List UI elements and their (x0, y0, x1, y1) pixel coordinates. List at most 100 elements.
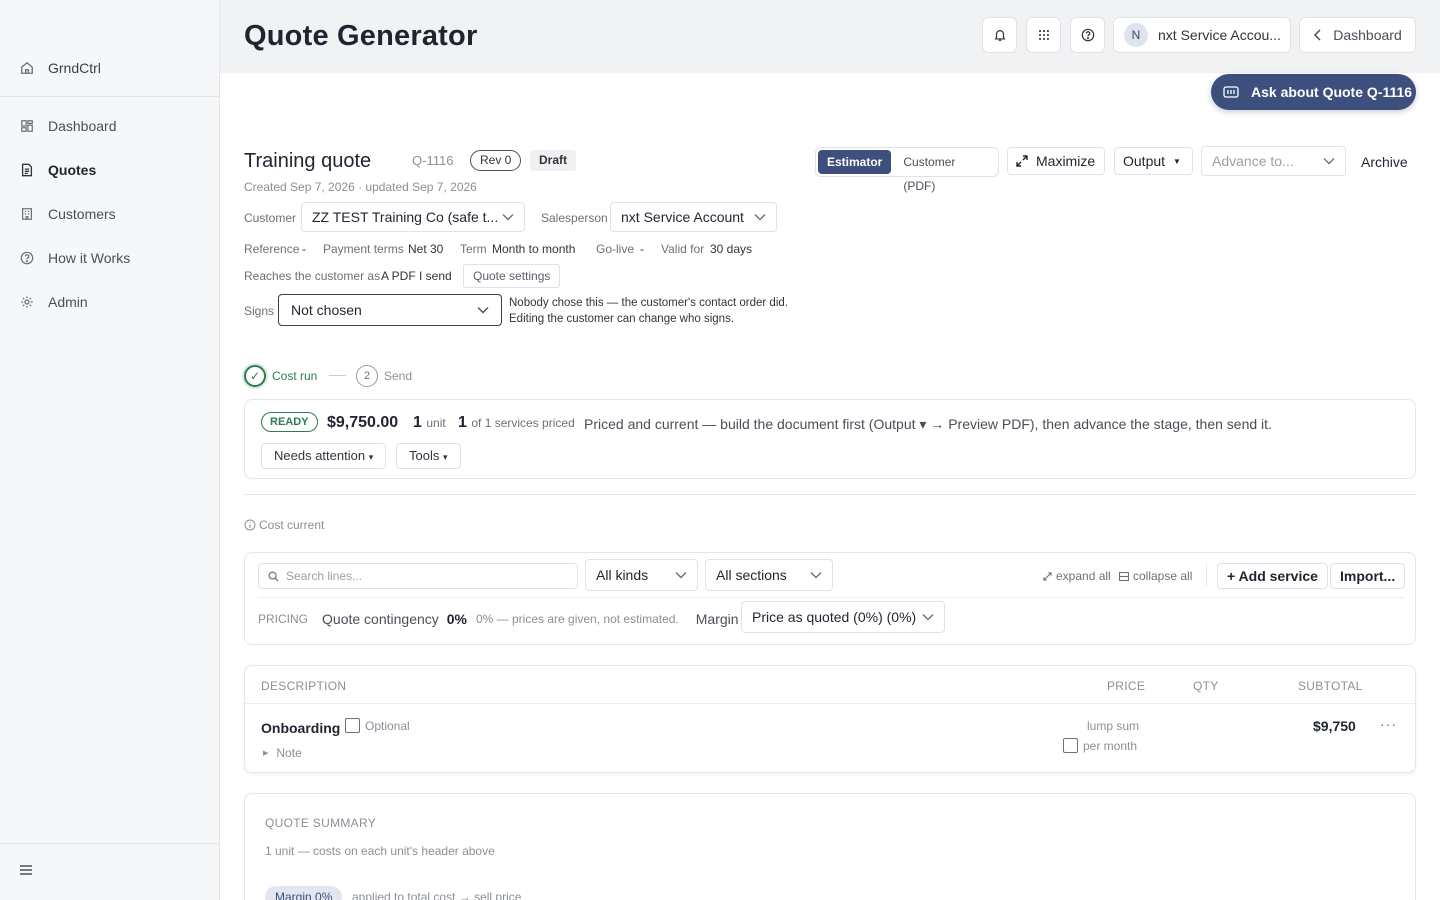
sidebar-item-how-it-works[interactable]: How it Works (0, 236, 219, 280)
lines-toolbar: Search lines... All kinds All sections e… (244, 552, 1416, 645)
expand-all-button[interactable]: expand all (1043, 569, 1111, 583)
menu-toggle-button[interactable] (18, 862, 34, 878)
optional-toggle[interactable]: Optional (345, 718, 410, 733)
apps-button[interactable] (1026, 17, 1061, 53)
price-type: lump sum (1087, 719, 1140, 733)
signs-select[interactable]: Not chosen (278, 294, 502, 326)
toolbar-divider (258, 597, 1404, 598)
quote-summary: QUOTE SUMMARY 1 unit — costs on each uni… (244, 793, 1416, 900)
grid-icon (21, 120, 33, 132)
reaches-label: Reaches the customer as (244, 269, 381, 283)
valid-for-value[interactable]: 30 days (710, 242, 752, 256)
section-divider (244, 494, 1416, 495)
contingency-note: 0% — prices are given, not estimated. (476, 612, 679, 626)
expand-icon (1016, 155, 1028, 167)
sidebar-item-label: Quotes (48, 162, 97, 178)
notifications-button[interactable] (982, 17, 1017, 53)
sections-value: All sections (716, 567, 787, 583)
search-input[interactable]: Search lines... (258, 563, 578, 589)
margin-value: Price as quoted (0%) (0%) (752, 609, 917, 625)
more-options-icon[interactable]: ··· (1380, 716, 1397, 732)
optional-checkbox[interactable] (345, 718, 360, 733)
chevron-down-icon (810, 572, 822, 579)
term-label: Term (460, 242, 487, 256)
column-header-qty: QTY (1193, 679, 1219, 693)
collapse-all-label: collapse all (1133, 569, 1193, 583)
info-icon (244, 519, 256, 531)
dashboard-button[interactable]: Dashboard (1299, 17, 1416, 53)
tools-button[interactable]: Tools ▾ (396, 443, 461, 469)
ask-about-quote-button[interactable]: Ask about Quote Q-1116 (1211, 74, 1416, 110)
step-send-number[interactable]: 2 (356, 365, 378, 387)
caret-down-icon: ▾ (368, 452, 374, 462)
signs-value: Not chosen (291, 302, 362, 318)
chevron-down-icon (754, 214, 766, 221)
archive-button[interactable]: Archive (1361, 154, 1408, 170)
header: Quote Generator N nxt Service Accou... D… (220, 0, 1440, 73)
customer-value: ZZ TEST Training Co (safe t... (312, 209, 499, 225)
summary-units-note: 1 unit — costs on each unit's header abo… (265, 844, 495, 858)
kinds-filter-select[interactable]: All kinds (585, 559, 698, 591)
margin-chip[interactable]: Margin 0% (265, 886, 343, 900)
revision-badge[interactable]: Rev 0 (470, 150, 522, 171)
advance-stage-select[interactable]: Advance to... (1201, 146, 1346, 176)
quote-settings-button[interactable]: Quote settings (463, 264, 561, 288)
reference-value[interactable]: - (302, 242, 306, 256)
sidebar-item-label: Dashboard (48, 118, 117, 134)
tab-customer-pdf[interactable]: Customer (PDF) (891, 150, 996, 193)
brand-link[interactable]: GrndCtrl (20, 58, 101, 78)
cost-current-label: Cost current (259, 518, 325, 532)
sections-filter-select[interactable]: All sections (705, 559, 833, 591)
reference-label: Reference (244, 242, 300, 256)
line-name[interactable]: Onboarding (261, 720, 340, 736)
per-month-toggle[interactable]: per month (1063, 738, 1137, 753)
contingency-value[interactable]: 0% (447, 611, 467, 627)
per-month-checkbox[interactable] (1063, 738, 1078, 753)
summary-title: QUOTE SUMMARY (265, 816, 377, 830)
payment-terms-value[interactable]: Net 30 (408, 242, 443, 256)
step-send-label[interactable]: Send (384, 369, 412, 383)
column-header-price: PRICE (1107, 679, 1146, 693)
margin-select[interactable]: Price as quoted (0%) (0%) (741, 601, 945, 633)
gear-icon (21, 296, 33, 308)
quote-total: $9,750.00 (327, 414, 399, 431)
signs-label: Signs (244, 304, 275, 318)
header-divider (245, 703, 1415, 704)
term-value[interactable]: Month to month (492, 242, 575, 256)
help-button[interactable] (1070, 17, 1105, 53)
maximize-button[interactable]: Maximize (1007, 147, 1105, 175)
pricing-row: PRICING Quote contingency 0% 0% — prices… (258, 611, 747, 627)
document-icon (21, 163, 33, 177)
customer-select[interactable]: ZZ TEST Training Co (safe t... (301, 202, 525, 232)
add-service-button[interactable]: + Add service (1217, 563, 1328, 589)
output-button[interactable]: Output ▼ (1114, 147, 1193, 175)
collapse-all-button[interactable]: collapse all (1119, 569, 1192, 583)
column-header-subtotal: SUBTOTAL (1298, 679, 1363, 693)
building-icon (22, 208, 32, 220)
sidebar-item-quotes[interactable]: Quotes (0, 148, 219, 192)
units-label: unit (426, 416, 446, 430)
contingency-label: Quote contingency (322, 611, 439, 627)
note-toggle[interactable]: ▶ Note (263, 746, 302, 760)
salesperson-value: nxt Service Account (621, 209, 744, 225)
account-menu-button[interactable]: N nxt Service Accou... (1113, 17, 1291, 53)
golive-value[interactable]: - (640, 242, 644, 256)
margin-note: applied to total cost → sell price (352, 890, 522, 900)
optional-label: Optional (365, 718, 410, 733)
step-cost-run-label[interactable]: Cost run (272, 369, 317, 383)
status-message: Priced and current — build the document … (584, 416, 1272, 432)
sidebar-item-dashboard[interactable]: Dashboard (0, 104, 219, 148)
status-badge: Draft (530, 150, 577, 171)
sidebar-item-admin[interactable]: Admin (0, 280, 219, 324)
payment-terms-label: Payment terms (323, 242, 404, 256)
needs-attention-button[interactable]: Needs attention ▾ (261, 443, 387, 469)
salesperson-select[interactable]: nxt Service Account (610, 202, 777, 232)
priced-number: 1 (458, 414, 467, 431)
priced-label: of 1 services priced (471, 416, 575, 430)
import-button[interactable]: Import... (1330, 563, 1406, 589)
status-card: READY $9,750.00 1 unit 1 of 1 services p… (244, 399, 1416, 479)
sidebar-item-customers[interactable]: Customers (0, 192, 219, 236)
tab-estimator[interactable]: Estimator (818, 150, 892, 174)
step-cost-run-check-icon[interactable]: ✓ (244, 365, 266, 387)
bell-icon (993, 30, 1006, 41)
